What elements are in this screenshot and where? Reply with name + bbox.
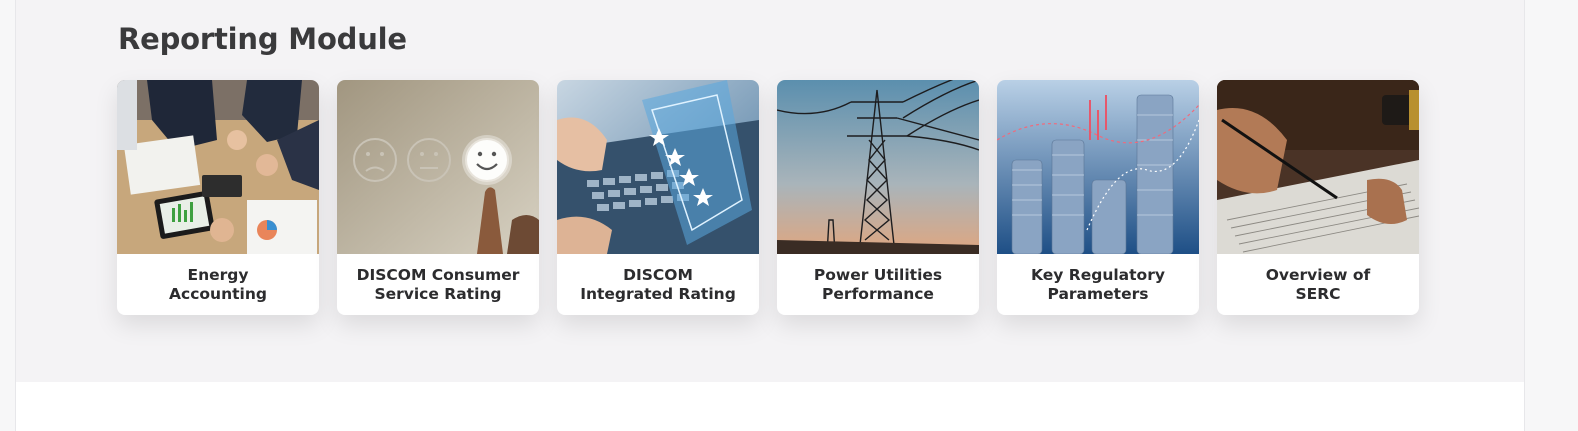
signing-document-gavel-image	[1217, 80, 1419, 254]
card-discom-consumer-service-rating[interactable]: DISCOM Consumer Service Rating	[337, 80, 539, 315]
card-key-regulatory-parameters[interactable]: Key Regulatory Parameters	[997, 80, 1199, 315]
section-title: Reporting Module	[118, 22, 407, 56]
card-label: Key Regulatory Parameters	[1031, 265, 1165, 303]
card-label: Overview of SERC	[1265, 265, 1371, 303]
card-overview-of-serc[interactable]: Overview of SERC	[1217, 80, 1419, 315]
satisfaction-smiley-rating-image	[337, 80, 539, 254]
coin-stacks-chart-image	[997, 80, 1199, 254]
card-label: Power Utilities Performance	[813, 265, 943, 303]
reporting-module-section: Reporting Module Energy Accounting DISCO…	[16, 0, 1524, 382]
page-container: Reporting Module Energy Accounting DISCO…	[15, 0, 1525, 431]
business-meeting-charts-image	[117, 80, 319, 254]
module-cards: Energy Accounting DISCOM Consumer Servic…	[117, 80, 1419, 315]
transmission-tower-image	[777, 80, 979, 254]
card-label: DISCOM Integrated Rating	[580, 265, 736, 303]
card-power-utilities-performance[interactable]: Power Utilities Performance	[777, 80, 979, 315]
card-label: DISCOM Consumer Service Rating	[356, 265, 520, 303]
laptop-star-rating-image	[557, 80, 759, 254]
card-discom-integrated-rating[interactable]: DISCOM Integrated Rating	[557, 80, 759, 315]
card-energy-accounting[interactable]: Energy Accounting	[117, 80, 319, 315]
card-label: Energy Accounting	[169, 265, 267, 303]
